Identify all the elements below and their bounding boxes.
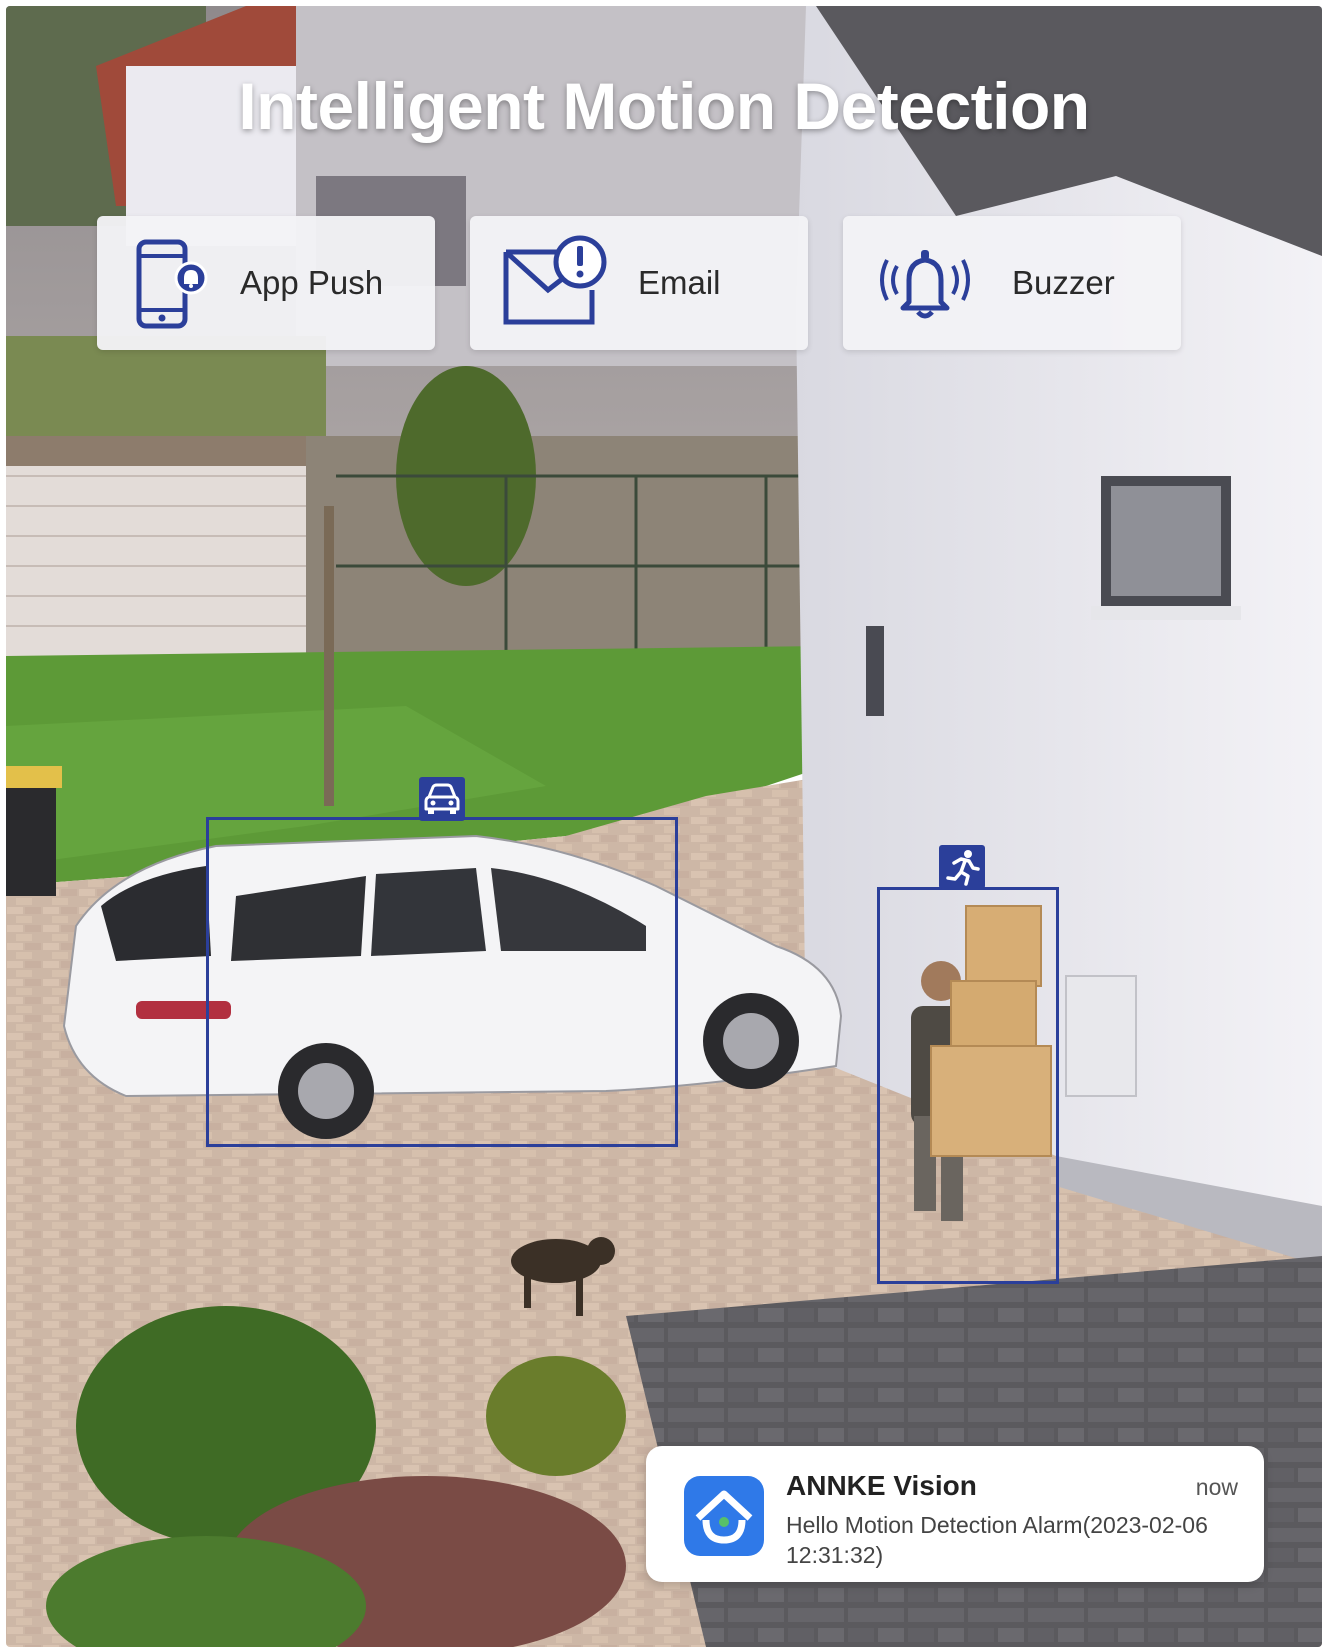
home-app-icon — [684, 1476, 764, 1556]
vehicle-detection-tag — [419, 777, 465, 821]
car-icon — [424, 783, 460, 814]
motion-detection-banner: Intelligent Motion Detection App Push Em… — [6, 6, 1322, 1647]
alert-card-label: Buzzer — [1012, 264, 1115, 301]
alert-card-buzzer: Buzzer — [843, 216, 1181, 350]
notification-message: Hello Motion Detection Alarm(2023-02-06 … — [786, 1512, 1208, 1568]
alert-card-label: Email — [638, 264, 721, 301]
phone-alert-icon — [136, 239, 208, 329]
person-detection-tag — [939, 845, 985, 889]
push-notification[interactable]: ANNKE Vision now Hello Motion Detection … — [646, 1446, 1264, 1582]
running-person-icon — [946, 850, 980, 886]
page-title: Intelligent Motion Detection — [238, 69, 1090, 143]
person-detection-box — [877, 887, 1059, 1284]
notification-app-name: ANNKE Vision — [786, 1470, 977, 1501]
notification-time: now — [1195, 1474, 1238, 1500]
ringing-bell-icon — [880, 250, 970, 319]
vehicle-detection-box — [206, 817, 678, 1147]
alert-card-label: App Push — [240, 264, 384, 301]
alert-card-email: Email — [470, 216, 808, 350]
alert-card-app-push: App Push — [97, 216, 435, 350]
envelope-alert-icon — [503, 235, 607, 325]
